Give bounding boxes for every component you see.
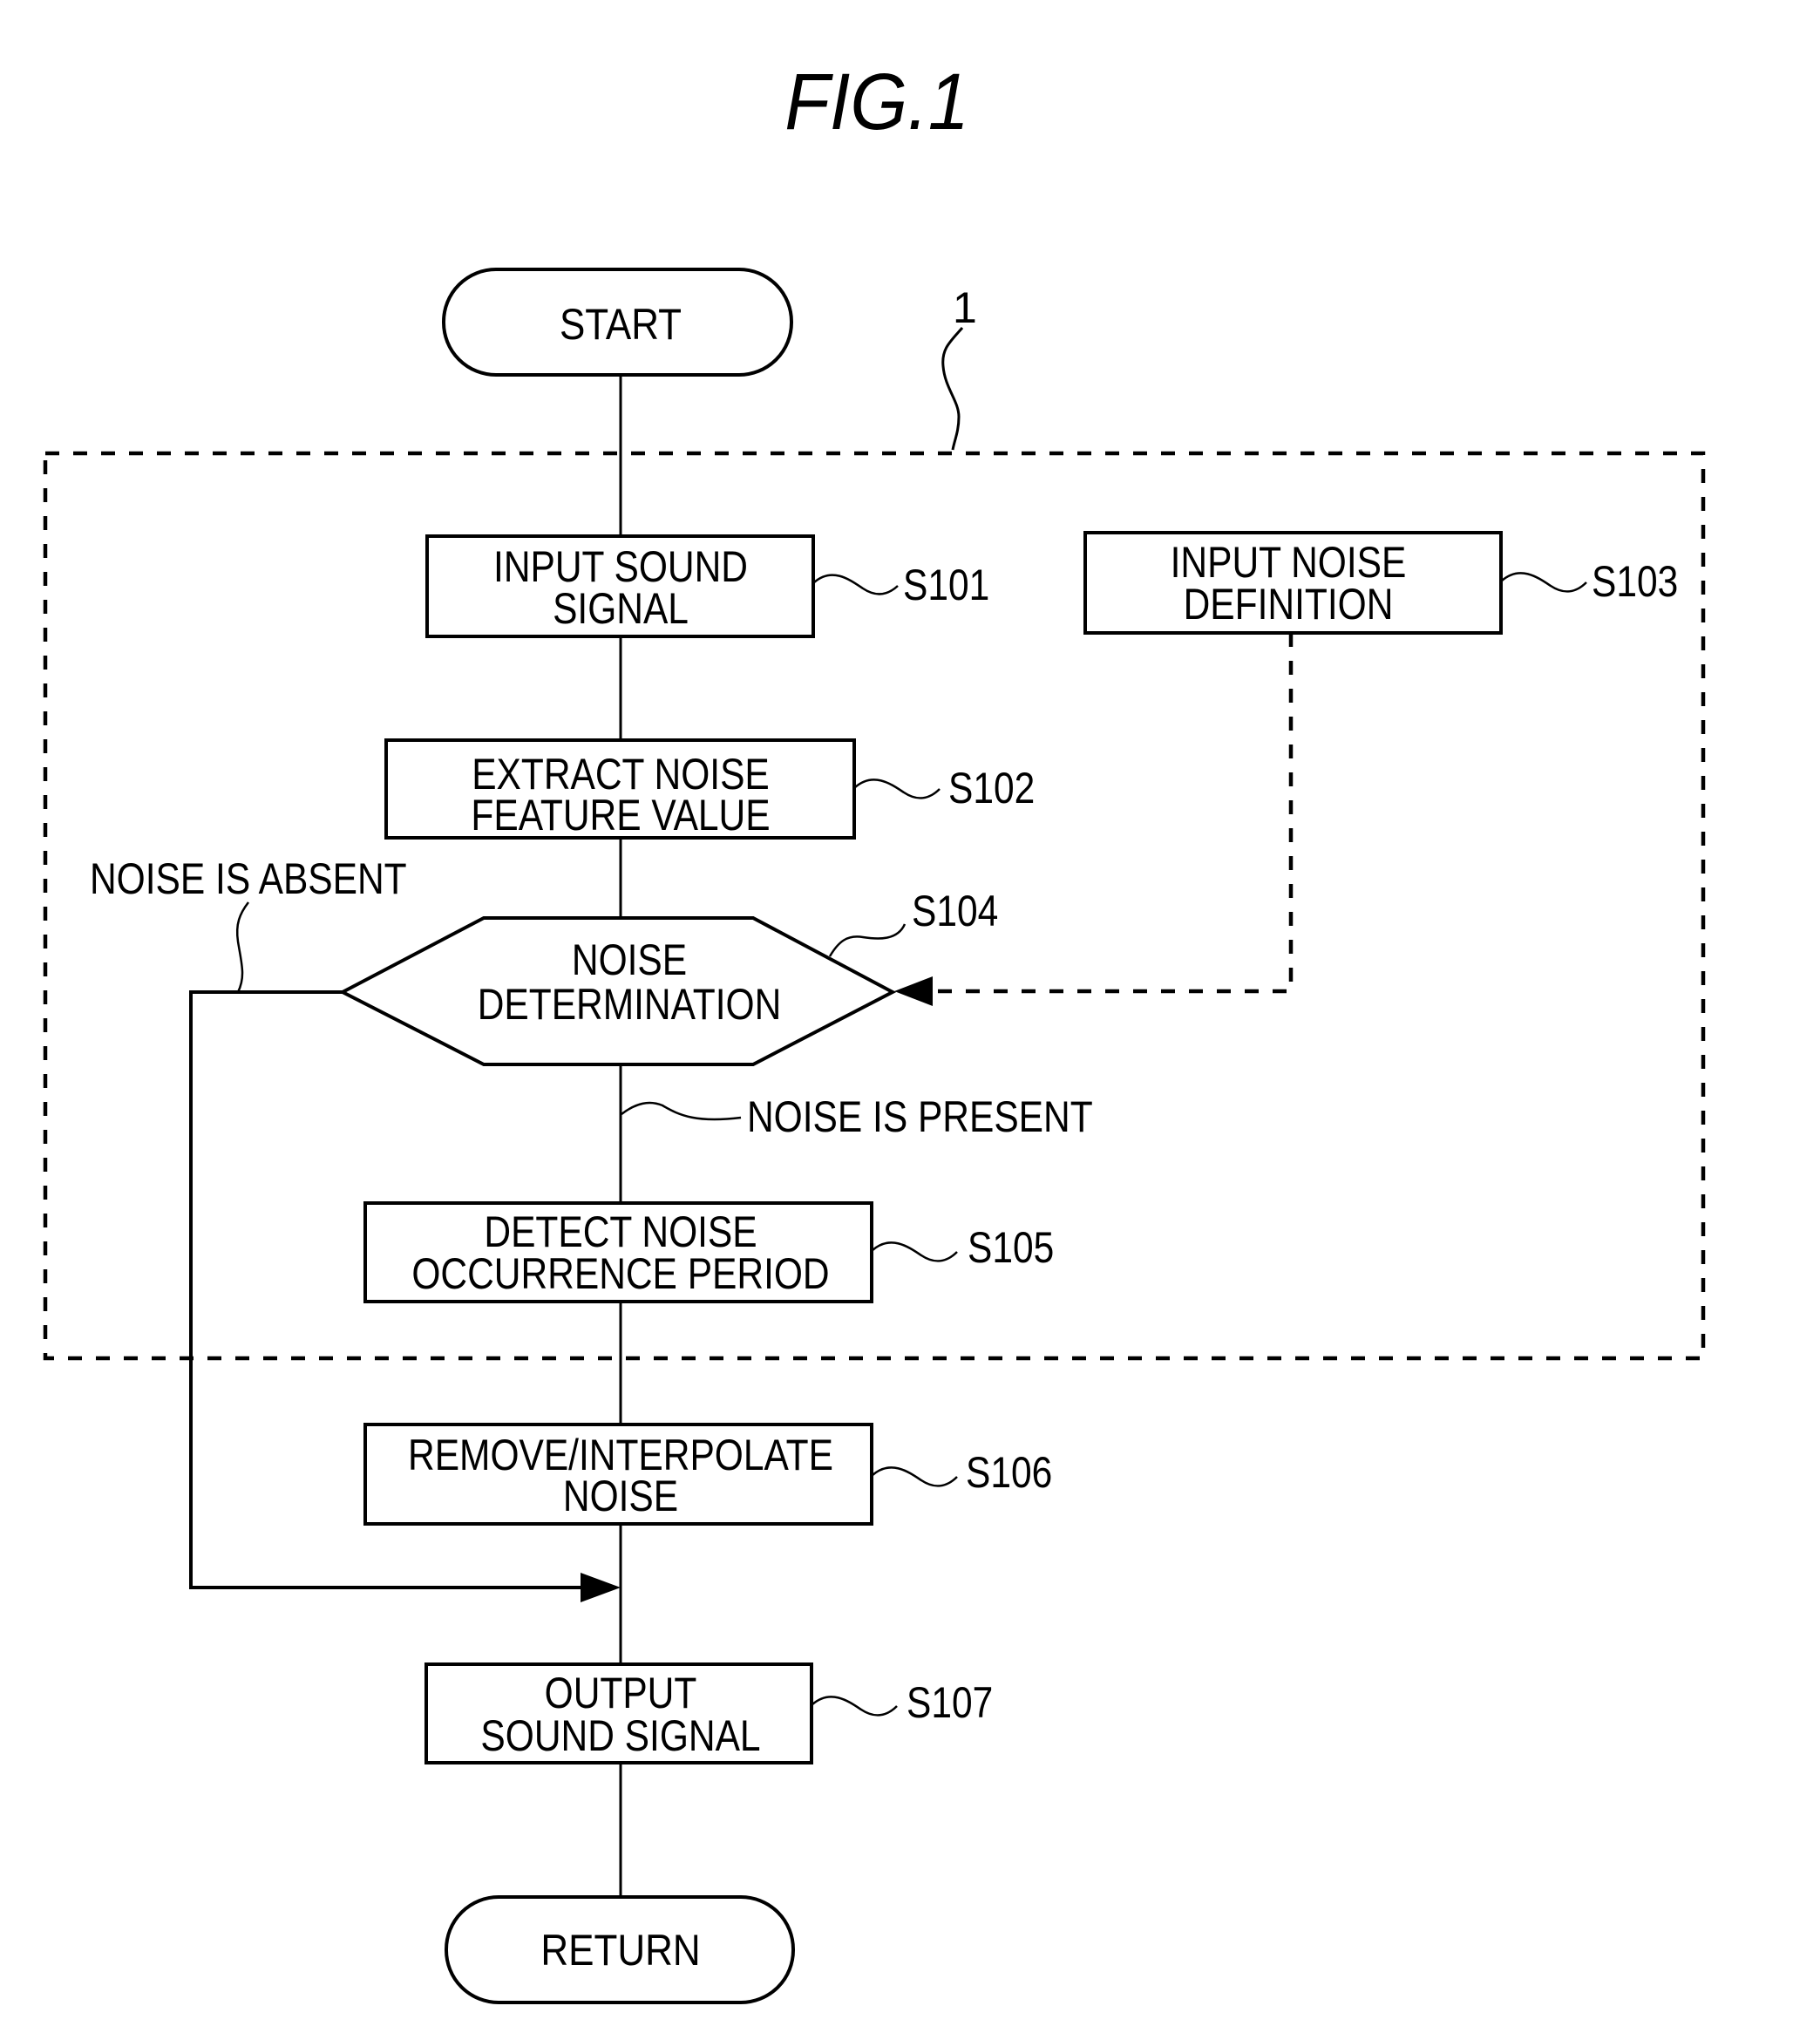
branch-label-noise-present: NOISE IS PRESENT: [747, 1092, 1093, 1141]
step-s107: OUTPUT SOUND SIGNAL S107: [424, 1662, 993, 1764]
s106-line-2: NOISE: [563, 1472, 678, 1520]
s105-leader: [872, 1241, 958, 1262]
s104-line-1: NOISE: [572, 935, 687, 984]
s105-step-label: S105: [968, 1223, 1054, 1272]
step-s105: DETECT NOISE OCCURRENCE PERIOD S105: [363, 1201, 1054, 1303]
figure-title: FIG.1: [784, 57, 969, 146]
start-label: START: [560, 299, 682, 348]
noise-definition-arrowhead: [894, 976, 933, 1006]
s103-leader: [1501, 572, 1587, 593]
s107-line-1: OUTPUT: [545, 1669, 697, 1717]
s102-step-label: S102: [948, 764, 1035, 813]
s102-leader: [854, 779, 941, 799]
s107-line-2: SOUND SIGNAL: [480, 1711, 760, 1760]
s103-line-2: DEFINITION: [1184, 580, 1394, 629]
flowchart: FIG.1 1 START INPUT SOUND SIGNAL S101 IN…: [43, 57, 1706, 2004]
s102-line-2: FEATURE VALUE: [471, 791, 770, 840]
branch-label-noise-absent: NOISE IS ABSENT: [90, 854, 407, 903]
noise-absent-arrowhead: [581, 1573, 621, 1602]
step-s106: REMOVE/INTERPOLATE NOISE S106: [363, 1423, 1052, 1526]
s101-step-label: S101: [903, 561, 989, 609]
reference-numeral: 1: [953, 283, 977, 332]
s104-step-label: S104: [912, 887, 998, 935]
s107-leader: [812, 1696, 898, 1717]
step-s102: EXTRACT NOISE FEATURE VALUE S102: [384, 738, 1035, 840]
s101-line-2: SIGNAL: [553, 584, 689, 633]
s106-leader: [872, 1466, 958, 1487]
step-s103: INPUT NOISE DEFINITION S103: [1083, 531, 1678, 635]
noise-absent-leader: [235, 901, 249, 993]
s105-line-2: OCCURRENCE PERIOD: [411, 1249, 829, 1298]
s107-step-label: S107: [907, 1678, 993, 1727]
start-terminal: START: [442, 268, 793, 377]
return-terminal: RETURN: [445, 1895, 795, 2004]
s106-step-label: S106: [966, 1448, 1052, 1497]
s103-step-label: S103: [1592, 557, 1678, 606]
s104-line-2: DETERMINATION: [478, 980, 782, 1029]
s104-leader: [828, 923, 907, 957]
s101-leader: [813, 574, 899, 595]
return-label: RETURN: [540, 1925, 700, 1974]
reference-leader: [941, 327, 964, 451]
noise-present-leader: [621, 1101, 742, 1121]
step-s101: INPUT SOUND SIGNAL S101: [425, 534, 989, 638]
step-s104: NOISE DETERMINATION S104: [338, 887, 998, 1066]
